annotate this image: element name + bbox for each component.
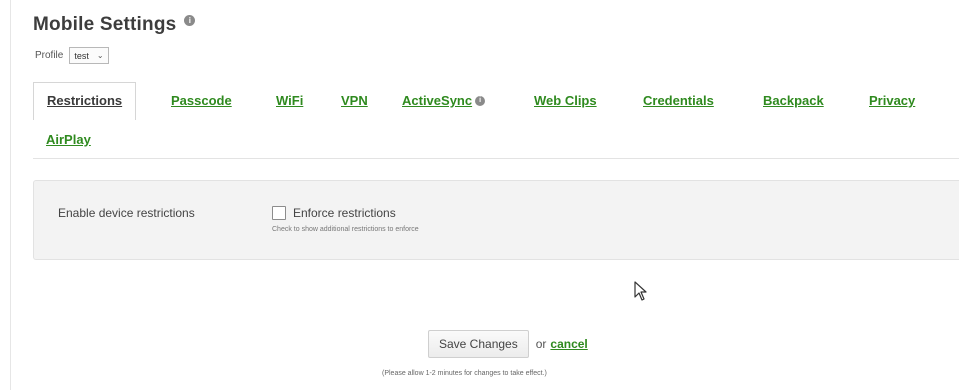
tab-label: Restrictions [47, 93, 123, 108]
page-header: Mobile Settings i [33, 14, 196, 36]
tab-airplay[interactable]: AirPlay [46, 132, 91, 147]
tab-credentials[interactable]: Credentials [643, 93, 714, 108]
tab-label: Passcode [171, 93, 232, 108]
tab-passcode[interactable]: Passcode [171, 93, 232, 108]
page-title: Mobile Settings [33, 14, 177, 35]
info-icon[interactable]: i [184, 14, 196, 26]
tab-restrictions[interactable]: Restrictions [33, 82, 137, 120]
tab-label: Privacy [869, 93, 916, 108]
or-text: or [535, 337, 547, 351]
tab-label: Web Clips [534, 93, 597, 108]
save-changes-button[interactable]: Save Changes [428, 330, 529, 358]
restrictions-panel: Enable device restrictions Enforce restr… [33, 180, 959, 260]
enforce-restrictions-row: Enforce restrictions [272, 206, 396, 220]
mouse-pointer-icon [634, 281, 648, 306]
tab-wifi[interactable]: WiFi [276, 93, 303, 108]
changes-delay-note: (Please allow 1-2 minutes for changes to… [382, 370, 547, 377]
info-icon[interactable]: i [475, 95, 486, 106]
enforce-restrictions-help: Check to show additional restrictions to… [272, 226, 419, 233]
profile-select[interactable]: test ⌄ [69, 47, 109, 64]
profile-select-value: test [74, 50, 89, 61]
tab-privacy[interactable]: Privacy [869, 93, 915, 108]
tab-label: AirPlay [46, 132, 91, 147]
left-divider [10, 0, 11, 390]
tabs-divider [33, 158, 959, 159]
cancel-link[interactable]: cancel [550, 337, 587, 351]
tab-label: ActiveSync [402, 93, 473, 108]
chevron-down-icon: ⌄ [96, 51, 104, 60]
profile-selector-row: Profile test ⌄ [35, 47, 109, 64]
tab-backpack[interactable]: Backpack [763, 93, 824, 108]
tab-vpn[interactable]: VPN [341, 93, 368, 108]
tab-label: WiFi [276, 93, 304, 108]
tab-label: VPN [341, 93, 368, 108]
enforce-restrictions-label[interactable]: Enforce restrictions [293, 206, 396, 220]
enforce-restrictions-checkbox[interactable] [272, 206, 286, 220]
form-actions: Save Changes or cancel [428, 330, 588, 358]
profile-label: Profile [35, 50, 64, 61]
tab-web-clips[interactable]: Web Clips [534, 93, 597, 108]
enable-device-restrictions-label: Enable device restrictions [58, 206, 195, 220]
tab-label: Backpack [763, 93, 824, 108]
tab-label: Credentials [643, 93, 714, 108]
tab-activesync[interactable]: ActiveSync i [402, 93, 486, 108]
